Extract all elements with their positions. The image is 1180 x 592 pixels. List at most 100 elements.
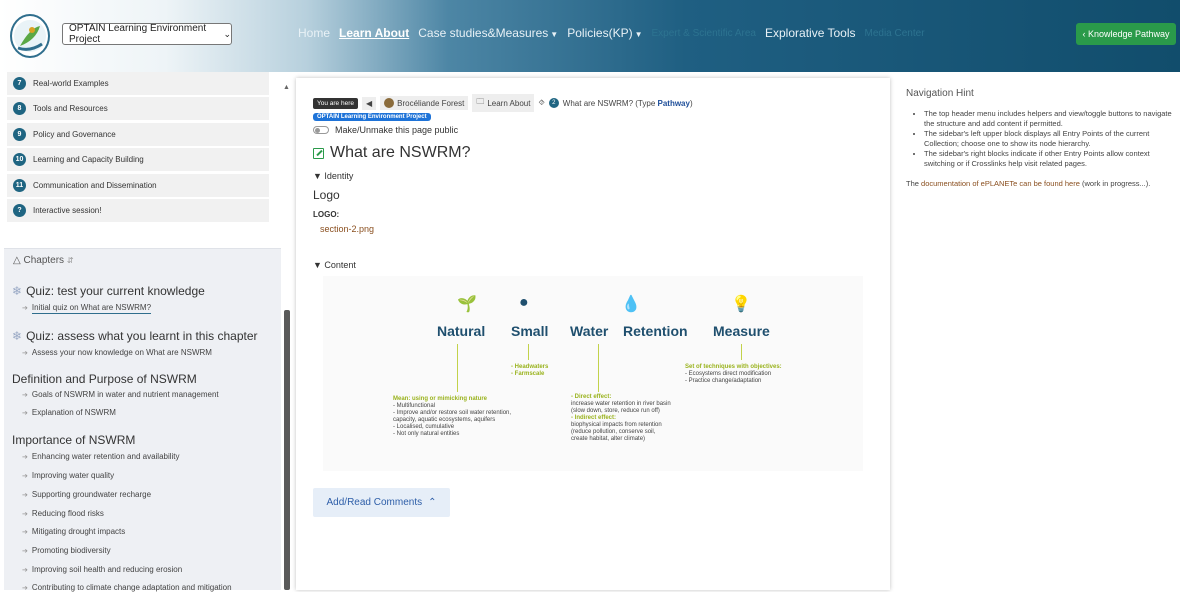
quiz-initial-link-label: Initial quiz on What are NSWRM? bbox=[31, 303, 152, 314]
breadcrumb-forest[interactable]: Brocéliande Forest bbox=[380, 96, 469, 110]
list-item[interactable]: ➔ Improving soil health and reducing eros… bbox=[22, 565, 182, 574]
natural-head: Mean: using or mimicking nature bbox=[393, 396, 488, 402]
nav-learn-about[interactable]: Learn About bbox=[339, 26, 409, 40]
folder-icon: 🗀 bbox=[476, 97, 485, 106]
list-item-label: Mitigating drought impacts bbox=[31, 527, 126, 536]
identity-toggle[interactable]: ▼ Identity bbox=[313, 171, 353, 181]
plant-icon: 🌱 bbox=[457, 296, 477, 313]
list-item[interactable]: ➔ Contributing to climate change adaptati… bbox=[22, 583, 232, 592]
arrow-right-icon: ➔ bbox=[22, 548, 28, 555]
breadcrumb-current: What are NSWRM? (Type Pathway) bbox=[563, 99, 693, 108]
list-item[interactable]: ➔ Enhancing water retention and availabil… bbox=[22, 452, 180, 461]
hint-doc-suffix: (work in progress...). bbox=[1081, 179, 1151, 188]
entry-point-item[interactable]: 7 Real-world Examples bbox=[7, 72, 269, 95]
list-item[interactable]: ➔ Promoting biodiversity bbox=[22, 546, 111, 555]
nav-policies[interactable]: Policies(KP) ▼ bbox=[567, 26, 642, 40]
toggle-switch[interactable] bbox=[313, 126, 329, 134]
app-logo[interactable] bbox=[10, 14, 50, 58]
logo-file-link[interactable]: section-2.png bbox=[320, 224, 374, 234]
project-select[interactable]: OPTAIN Learning Environment Project ⌄ bbox=[62, 23, 232, 45]
list-item[interactable]: ➔ Goals of NSWRM in water and nutrient ma… bbox=[22, 390, 219, 399]
list-item[interactable]: ➔ Reducing flood risks bbox=[22, 509, 104, 518]
measure-line: - Ecosystems direct modification bbox=[685, 371, 772, 377]
list-item[interactable]: ➔ Supporting groundwater recharge bbox=[22, 490, 151, 499]
measure-description: Set of techniques with objectives: - Eco… bbox=[685, 364, 782, 385]
section-importance-title[interactable]: Importance of NSWRM bbox=[12, 433, 135, 447]
entry-point-item[interactable]: ? Interactive session! bbox=[7, 198, 269, 222]
sidebar-scrollbar[interactable] bbox=[284, 310, 290, 590]
lightbulb-icon: 💡 bbox=[731, 296, 751, 313]
quiz-assess-heading[interactable]: ❄ Quiz: assess what you learnt in this ch… bbox=[12, 329, 258, 343]
you-are-here-badge: You are here bbox=[313, 97, 358, 109]
project-select-value: OPTAIN Learning Environment Project bbox=[69, 23, 207, 45]
main-nav: Home Learn About Case studies&Measures ▼ … bbox=[298, 26, 925, 40]
quiz-icon: ❄ bbox=[12, 284, 23, 298]
entry-point-item[interactable]: 11 Communication and Dissemination bbox=[7, 173, 269, 197]
small-line: - Headwaters bbox=[511, 364, 549, 370]
content-toggle[interactable]: ▼ Content bbox=[313, 260, 356, 270]
water-drop-icon: 💧 bbox=[621, 296, 641, 313]
sort-icon[interactable]: ⇵ bbox=[67, 256, 74, 265]
nav-home[interactable]: Home bbox=[298, 26, 330, 40]
section-definition-title[interactable]: Definition and Purpose of NSWRM bbox=[12, 372, 197, 386]
hint-list: The top header menu includes helpers and… bbox=[906, 109, 1172, 169]
list-item[interactable]: ➔ Mitigating drought impacts bbox=[22, 527, 125, 536]
hint-bullet: The sidebar's right blocks indicate if o… bbox=[924, 149, 1172, 169]
triangle-icon: △ bbox=[13, 255, 21, 266]
list-item[interactable]: ➔ Improving water quality bbox=[22, 471, 114, 480]
entry-point-item[interactable]: 10 Learning and Capacity Building bbox=[7, 148, 269, 172]
small-line: - Farmscale bbox=[511, 371, 545, 377]
natural-description: Mean: using or mimicking nature - Multif… bbox=[393, 396, 511, 438]
quiz-initial-heading[interactable]: ❄ Quiz: test your current knowledge bbox=[12, 284, 205, 298]
back-button[interactable]: ◀ bbox=[362, 96, 377, 110]
divider bbox=[4, 248, 281, 249]
entry-number-badge: 8 bbox=[13, 102, 26, 116]
nswrm-infographic: 🌱 ● 💧 💡 Natural Small Water Retention Me… bbox=[323, 276, 863, 471]
entry-number-badge: 7 bbox=[13, 77, 26, 90]
chapters-block: △ Chapters ⇵ ❄ Quiz: test your current kn… bbox=[4, 248, 281, 592]
measure-line: - Practice change/adaptation bbox=[685, 378, 762, 384]
quiz-assess-link[interactable]: ➔ Assess your now knowledge on What are N… bbox=[22, 348, 212, 357]
knowledge-pathway-button[interactable]: ‹ Knowledge Pathway bbox=[1076, 23, 1176, 45]
list-item-label: Supporting groundwater recharge bbox=[31, 490, 152, 499]
nav-case-studies[interactable]: Case studies&Measures ▼ bbox=[418, 26, 558, 40]
top-header: OPTAIN Learning Environment Project ⌄ Ho… bbox=[0, 0, 1180, 72]
connector-line bbox=[741, 344, 742, 360]
quiz-icon: ❄ bbox=[12, 329, 23, 343]
entry-point-item[interactable]: 9 Policy and Governance bbox=[7, 122, 269, 146]
breadcrumb-learn-about[interactable]: 🗀 Learn About bbox=[472, 94, 535, 112]
documentation-link[interactable]: documentation of ePLANETe can be found h… bbox=[921, 179, 1080, 188]
quiz-initial-link[interactable]: ➔ Initial quiz on What are NSWRM? bbox=[22, 303, 152, 314]
hint-bullet: The sidebar's left upper block displays … bbox=[924, 129, 1172, 149]
connector-line bbox=[457, 344, 458, 392]
list-item[interactable]: ➔ Explanation of NSWRM bbox=[22, 408, 116, 417]
entry-label: Real-world Examples bbox=[33, 79, 109, 88]
nav-media-center[interactable]: Media Center bbox=[865, 28, 925, 39]
entry-points-block: 7 Real-world Examples 8 Tools and Resource… bbox=[7, 72, 269, 224]
water-line: increase water retention in river basin bbox=[571, 401, 671, 407]
arrow-right-icon: ➔ bbox=[22, 567, 28, 574]
entry-number-badge: 10 bbox=[13, 153, 26, 167]
project-badge: OPTAIN Learning Environment Project bbox=[313, 113, 431, 121]
natural-line: capacity, aquatic ecosystems, aquifers bbox=[393, 417, 496, 423]
add-read-comments-button[interactable]: Add/Read Comments ⌃ bbox=[313, 488, 450, 517]
water-line: (slow down, store, reduce run off) bbox=[571, 408, 660, 414]
caret-down-icon: ▼ bbox=[550, 30, 559, 39]
natural-line: - Not only natural entities bbox=[393, 431, 460, 437]
public-toggle[interactable]: Make/Unmake this page public bbox=[313, 125, 458, 135]
breadcrumb-current-label: What are NSWRM? (Type bbox=[562, 98, 656, 108]
arrow-right-icon: ➔ bbox=[22, 492, 28, 499]
breadcrumb-forest-label: Brocéliande Forest bbox=[397, 98, 465, 108]
scroll-up-arrow-icon[interactable]: ▲ bbox=[283, 84, 290, 91]
arrow-right-icon: ➔ bbox=[22, 511, 28, 518]
list-item-label: Enhancing water retention and availabili… bbox=[31, 452, 180, 461]
word-small: Small bbox=[511, 323, 549, 339]
entry-point-item[interactable]: 8 Tools and Resources bbox=[7, 97, 269, 121]
logo-heading: Logo bbox=[313, 188, 340, 202]
list-item-label: Explanation of NSWRM bbox=[31, 408, 116, 417]
nav-explorative-tools[interactable]: Explorative Tools bbox=[765, 26, 856, 40]
edit-icon[interactable] bbox=[313, 147, 324, 159]
water-line: biophysical impacts from retention bbox=[571, 422, 662, 428]
logo-field-label: LOGO: bbox=[313, 210, 340, 219]
nav-expert-area[interactable]: Expert & Scientific Area bbox=[652, 28, 757, 39]
